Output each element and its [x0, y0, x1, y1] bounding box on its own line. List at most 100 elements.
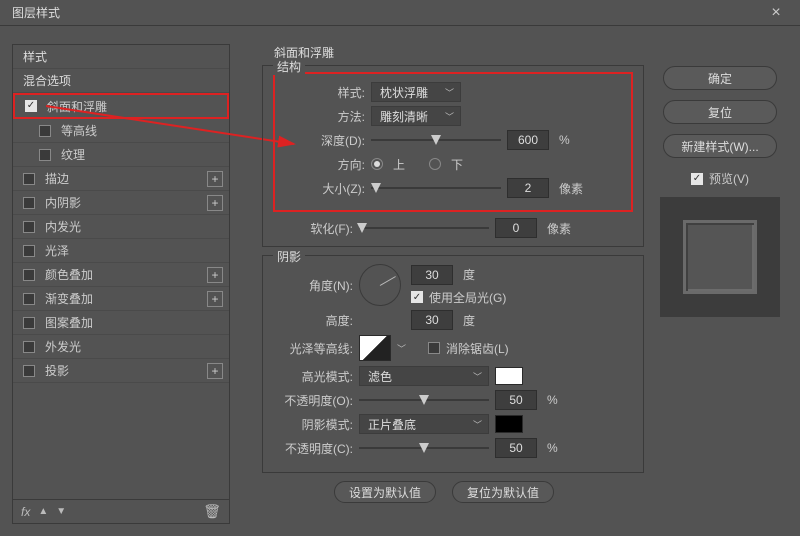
sidebar-item-0[interactable]: 斜面和浮雕 [13, 93, 229, 119]
effect-checkbox[interactable] [23, 197, 35, 209]
effect-checkbox[interactable] [23, 245, 35, 257]
reset-default-button[interactable]: 复位为默认值 [452, 481, 554, 503]
sidebar-footer: fx ▲ ▼ 🗑 [13, 499, 229, 523]
use-global-light-checkbox[interactable] [411, 291, 423, 303]
depth-value[interactable]: 600 [507, 130, 549, 150]
add-instance-icon[interactable]: + [207, 291, 223, 307]
sidebar-item-label: 内发光 [45, 218, 223, 235]
sidebar-item-label: 颜色叠加 [45, 266, 207, 283]
effect-checkbox[interactable] [39, 125, 51, 137]
settings-panel: 斜面和浮雕 结构 样式: 枕状浮雕 ﹀ 方法: 雕刻清晰 ﹀ [244, 44, 644, 524]
chevron-down-icon: ﹀ [473, 418, 482, 431]
effect-checkbox[interactable] [23, 341, 35, 353]
shadow-color[interactable] [495, 415, 523, 433]
sidebar-item-7[interactable]: 颜色叠加+ [13, 263, 229, 287]
gloss-contour-label: 光泽等高线: [273, 340, 353, 357]
sidebar-item-10[interactable]: 外发光 [13, 335, 229, 359]
add-instance-icon[interactable]: + [207, 195, 223, 211]
size-slider[interactable] [371, 181, 501, 195]
sidebar-item-9[interactable]: 图案叠加 [13, 311, 229, 335]
altitude-value[interactable]: 30 [411, 310, 453, 330]
add-instance-icon[interactable]: + [207, 363, 223, 379]
sidebar-item-5[interactable]: 内发光 [13, 215, 229, 239]
soften-label: 软化(F): [273, 220, 353, 237]
sidebar-item-label: 等高线 [61, 122, 223, 139]
sidebar-head-blend[interactable]: 混合选项 [13, 69, 229, 93]
antialias-checkbox[interactable] [428, 342, 440, 354]
style-label: 样式: [285, 84, 365, 101]
gloss-contour-swatch[interactable] [359, 335, 391, 361]
depth-slider[interactable] [371, 133, 501, 147]
sidebar-item-6[interactable]: 光泽 [13, 239, 229, 263]
sidebar-item-label: 斜面和浮雕 [47, 98, 221, 115]
shadow-opacity-label: 不透明度(C): [273, 440, 353, 457]
effect-checkbox[interactable] [23, 221, 35, 233]
ok-button[interactable]: 确定 [663, 66, 777, 90]
effect-checkbox[interactable] [23, 365, 35, 377]
structure-highlight: 样式: 枕状浮雕 ﹀ 方法: 雕刻清晰 ﹀ 深度(D): [273, 72, 633, 212]
soften-slider[interactable] [359, 221, 489, 235]
size-value[interactable]: 2 [507, 178, 549, 198]
new-style-button[interactable]: 新建样式(W)... [663, 134, 777, 158]
arrow-up-icon[interactable]: ▲ [38, 506, 48, 517]
soften-value[interactable]: 0 [495, 218, 537, 238]
shadow-mode-dropdown[interactable]: 正片叠底 ﹀ [359, 414, 489, 434]
right-column: 确定 复位 新建样式(W)... 预览(V) [652, 66, 788, 317]
effect-checkbox[interactable] [23, 269, 35, 281]
fx-icon[interactable]: fx [21, 505, 30, 519]
trash-icon[interactable]: 🗑 [203, 503, 221, 520]
shadow-opacity-slider[interactable] [359, 441, 489, 455]
style-dropdown[interactable]: 枕状浮雕 ﹀ [371, 82, 461, 102]
size-label: 大小(Z): [285, 180, 365, 197]
chevron-down-icon: ﹀ [445, 86, 454, 99]
technique-dropdown[interactable]: 雕刻清晰 ﹀ [371, 106, 461, 126]
angle-value[interactable]: 30 [411, 265, 453, 285]
effect-checkbox[interactable] [23, 317, 35, 329]
sidebar-head-styles[interactable]: 样式 [13, 45, 229, 69]
add-instance-icon[interactable]: + [207, 171, 223, 187]
direction-down-radio[interactable] [429, 158, 441, 170]
direction-up-radio[interactable] [371, 158, 383, 170]
sidebar-item-label: 图案叠加 [45, 314, 223, 331]
sidebar-item-11[interactable]: 投影+ [13, 359, 229, 383]
shadow-opacity-value[interactable]: 50 [495, 438, 537, 458]
sidebar-item-label: 光泽 [45, 242, 223, 259]
effect-checkbox[interactable] [39, 149, 51, 161]
sidebar-item-2[interactable]: 纹理 [13, 143, 229, 167]
effect-checkbox[interactable] [23, 293, 35, 305]
highlight-color[interactable] [495, 367, 523, 385]
highlight-opacity-value[interactable]: 50 [495, 390, 537, 410]
arrow-down-icon[interactable]: ▼ [56, 506, 66, 517]
chevron-down-icon[interactable]: ﹀ [397, 342, 406, 355]
effect-checkbox[interactable] [25, 100, 37, 112]
highlight-opacity-slider[interactable] [359, 393, 489, 407]
sidebar-item-1[interactable]: 等高线 [13, 119, 229, 143]
angle-wheel[interactable] [359, 264, 401, 306]
titlebar: 图层样式 × [0, 0, 800, 26]
styles-sidebar: 样式 混合选项 斜面和浮雕等高线纹理描边+内阴影+内发光光泽颜色叠加+渐变叠加+… [12, 44, 230, 524]
sidebar-item-4[interactable]: 内阴影+ [13, 191, 229, 215]
section-title: 斜面和浮雕 [274, 44, 644, 61]
shadow-mode-label: 阴影模式: [273, 416, 353, 433]
make-default-button[interactable]: 设置为默认值 [334, 481, 436, 503]
preview-inner [683, 220, 757, 294]
sidebar-item-8[interactable]: 渐变叠加+ [13, 287, 229, 311]
reset-button[interactable]: 复位 [663, 100, 777, 124]
direction-label: 方向: [285, 156, 365, 173]
chevron-down-icon: ﹀ [445, 110, 454, 123]
shading-group: 阴影 角度(N): 30 度 使用全局光(G) [262, 255, 644, 473]
sidebar-item-3[interactable]: 描边+ [13, 167, 229, 191]
sidebar-item-label: 投影 [45, 362, 207, 379]
structure-group: 结构 样式: 枕状浮雕 ﹀ 方法: 雕刻清晰 ﹀ [262, 65, 644, 247]
preview-box [660, 197, 780, 317]
preview-toggle[interactable]: 预览(V) [691, 170, 749, 187]
effect-checkbox[interactable] [23, 173, 35, 185]
preview-checkbox[interactable] [691, 173, 703, 185]
close-icon[interactable]: × [760, 2, 792, 24]
highlight-mode-dropdown[interactable]: 滤色 ﹀ [359, 366, 489, 386]
highlight-mode-label: 高光模式: [273, 368, 353, 385]
sidebar-item-label: 内阴影 [45, 194, 207, 211]
add-instance-icon[interactable]: + [207, 267, 223, 283]
depth-label: 深度(D): [285, 132, 365, 149]
technique-label: 方法: [285, 108, 365, 125]
